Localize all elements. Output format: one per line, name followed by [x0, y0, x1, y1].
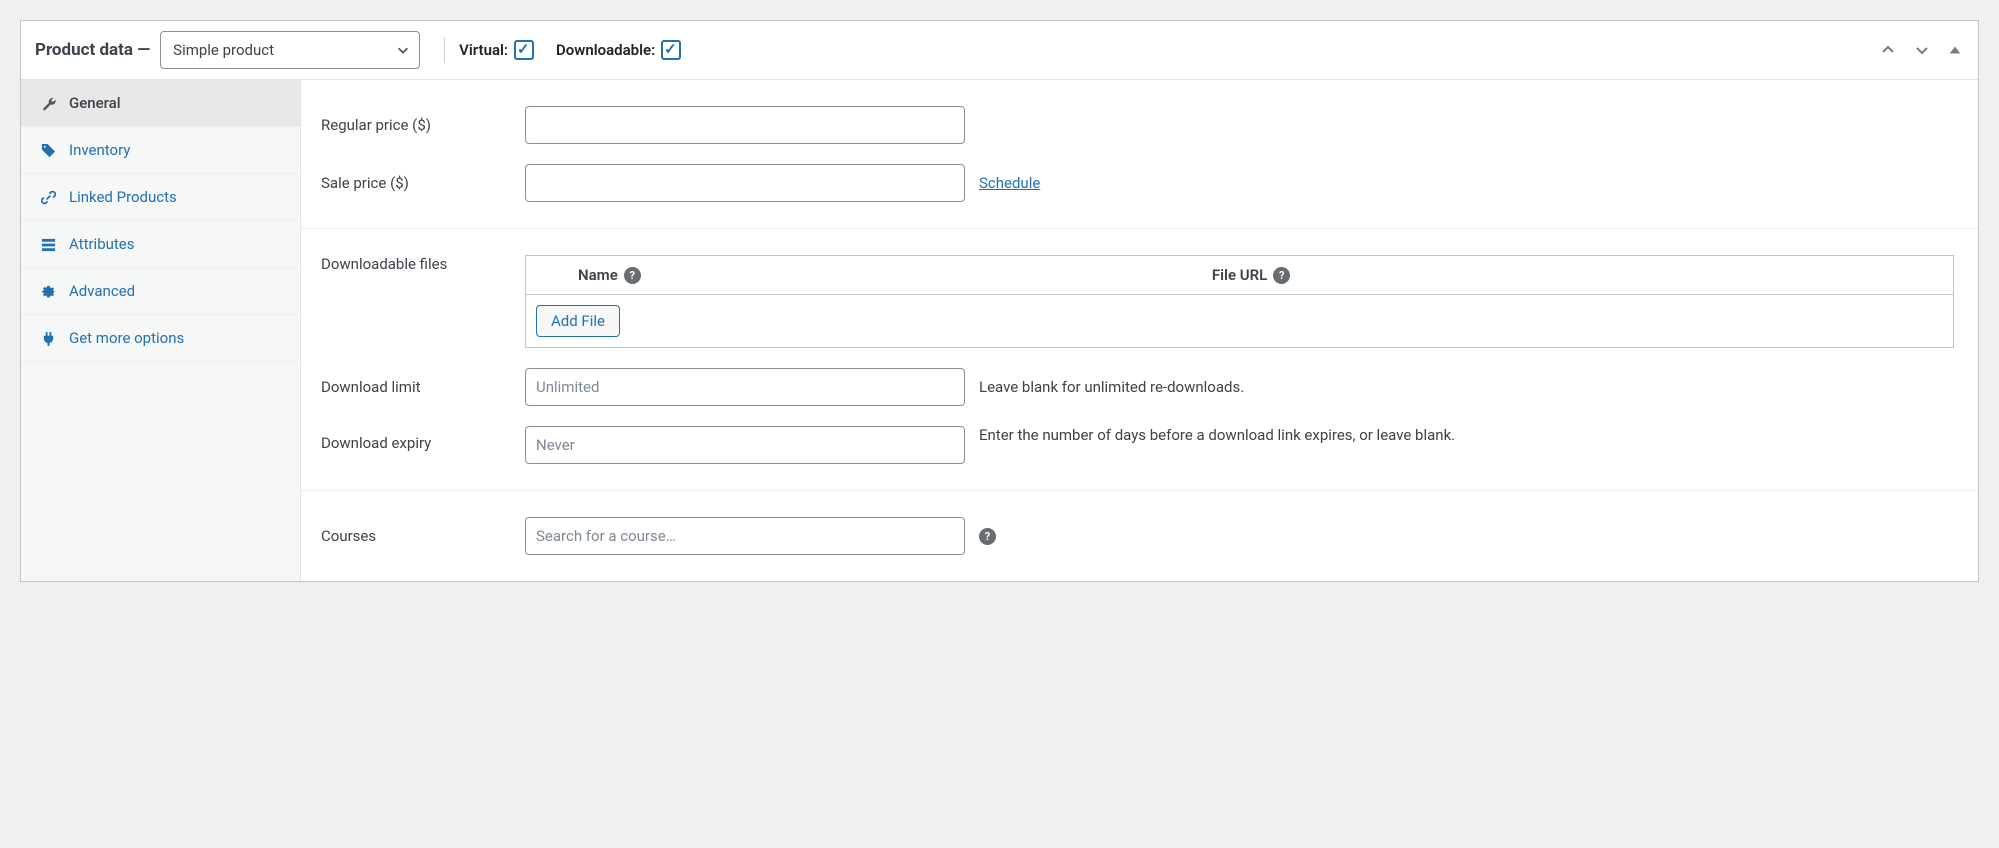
- download-expiry-help: Enter the number of days before a downlo…: [979, 426, 1455, 444]
- virtual-option: Virtual:: [459, 40, 534, 60]
- col-url: File URL ?: [1198, 256, 1953, 294]
- virtual-label: Virtual:: [459, 41, 508, 59]
- divider: [444, 37, 445, 63]
- download-expiry-input[interactable]: [525, 426, 965, 464]
- col-handle: [526, 256, 564, 294]
- downloadable-files-table: Name ? File URL ? Add File: [525, 255, 1954, 348]
- courses-input[interactable]: [525, 517, 965, 555]
- plug-icon: [39, 331, 57, 346]
- tab-label: Advanced: [69, 282, 135, 300]
- download-expiry-label: Download expiry: [321, 426, 511, 452]
- downloadable-files-row: Downloadable files Name ? File URL ?: [321, 245, 1954, 358]
- sale-price-label: Sale price ($): [321, 174, 511, 192]
- download-limit-help: Leave blank for unlimited re-downloads.: [979, 378, 1244, 396]
- tab-general[interactable]: General: [21, 80, 300, 127]
- courses-label: Courses: [321, 527, 511, 545]
- sale-price-row: Sale price ($) Schedule: [321, 154, 1954, 212]
- tab-label: Get more options: [69, 329, 184, 347]
- panel-header-actions: [1876, 38, 1966, 62]
- tabs: General Inventory Linked Products Attrib…: [21, 80, 301, 581]
- move-down-icon[interactable]: [1910, 38, 1934, 62]
- panel-header: Product data — Simple product Virtual: D…: [21, 21, 1978, 80]
- downloadable-label: Downloadable:: [556, 41, 655, 59]
- sale-price-input[interactable]: [525, 164, 965, 202]
- download-block: Downloadable files Name ? File URL ?: [301, 229, 1978, 491]
- schedule-link[interactable]: Schedule: [979, 174, 1040, 192]
- col-name: Name ?: [564, 256, 1198, 294]
- files-table-footer: Add File: [526, 295, 1953, 347]
- tab-linked-products[interactable]: Linked Products: [21, 174, 300, 221]
- add-file-button[interactable]: Add File: [536, 305, 620, 337]
- regular-price-label: Regular price ($): [321, 116, 511, 134]
- help-icon[interactable]: ?: [624, 267, 641, 284]
- tab-advanced[interactable]: Advanced: [21, 268, 300, 315]
- regular-price-row: Regular price ($): [321, 96, 1954, 154]
- tab-get-more-options[interactable]: Get more options: [21, 315, 300, 362]
- list-icon: [39, 237, 57, 252]
- downloadable-files-label: Downloadable files: [321, 255, 511, 273]
- move-up-icon[interactable]: [1876, 38, 1900, 62]
- price-block: Regular price ($) Sale price ($) Schedul…: [301, 80, 1978, 229]
- downloadable-checkbox[interactable]: [661, 40, 681, 60]
- panel-title: Product data —: [35, 40, 150, 60]
- link-icon: [39, 190, 57, 205]
- downloadable-option: Downloadable:: [556, 40, 681, 60]
- product-type-select[interactable]: Simple product: [160, 31, 420, 69]
- product-type-dropdown[interactable]: Simple product: [160, 31, 420, 69]
- files-table-header: Name ? File URL ?: [526, 256, 1953, 295]
- tab-label: Linked Products: [69, 188, 177, 206]
- courses-row: Courses ?: [321, 507, 1954, 565]
- download-limit-label: Download limit: [321, 378, 511, 396]
- tab-content: Regular price ($) Sale price ($) Schedul…: [301, 80, 1978, 581]
- download-limit-input[interactable]: [525, 368, 965, 406]
- product-data-panel: Product data — Simple product Virtual: D…: [20, 20, 1979, 582]
- col-name-label: Name: [578, 266, 618, 284]
- download-limit-row: Download limit Leave blank for unlimited…: [321, 358, 1954, 416]
- tab-label: Attributes: [69, 235, 135, 253]
- courses-block: Courses ?: [301, 491, 1978, 581]
- gear-icon: [39, 284, 57, 299]
- help-icon[interactable]: ?: [979, 528, 996, 545]
- panel-body: General Inventory Linked Products Attrib…: [21, 80, 1978, 581]
- wrench-icon: [39, 96, 57, 111]
- toggle-panel-icon[interactable]: [1944, 39, 1966, 61]
- col-url-label: File URL: [1212, 266, 1267, 284]
- tab-inventory[interactable]: Inventory: [21, 127, 300, 174]
- tab-label: General: [69, 94, 121, 112]
- download-expiry-row: Download expiry Enter the number of days…: [321, 416, 1954, 474]
- help-icon[interactable]: ?: [1273, 267, 1290, 284]
- tag-icon: [39, 143, 57, 158]
- tab-attributes[interactable]: Attributes: [21, 221, 300, 268]
- tab-label: Inventory: [69, 141, 130, 159]
- virtual-checkbox[interactable]: [514, 40, 534, 60]
- regular-price-input[interactable]: [525, 106, 965, 144]
